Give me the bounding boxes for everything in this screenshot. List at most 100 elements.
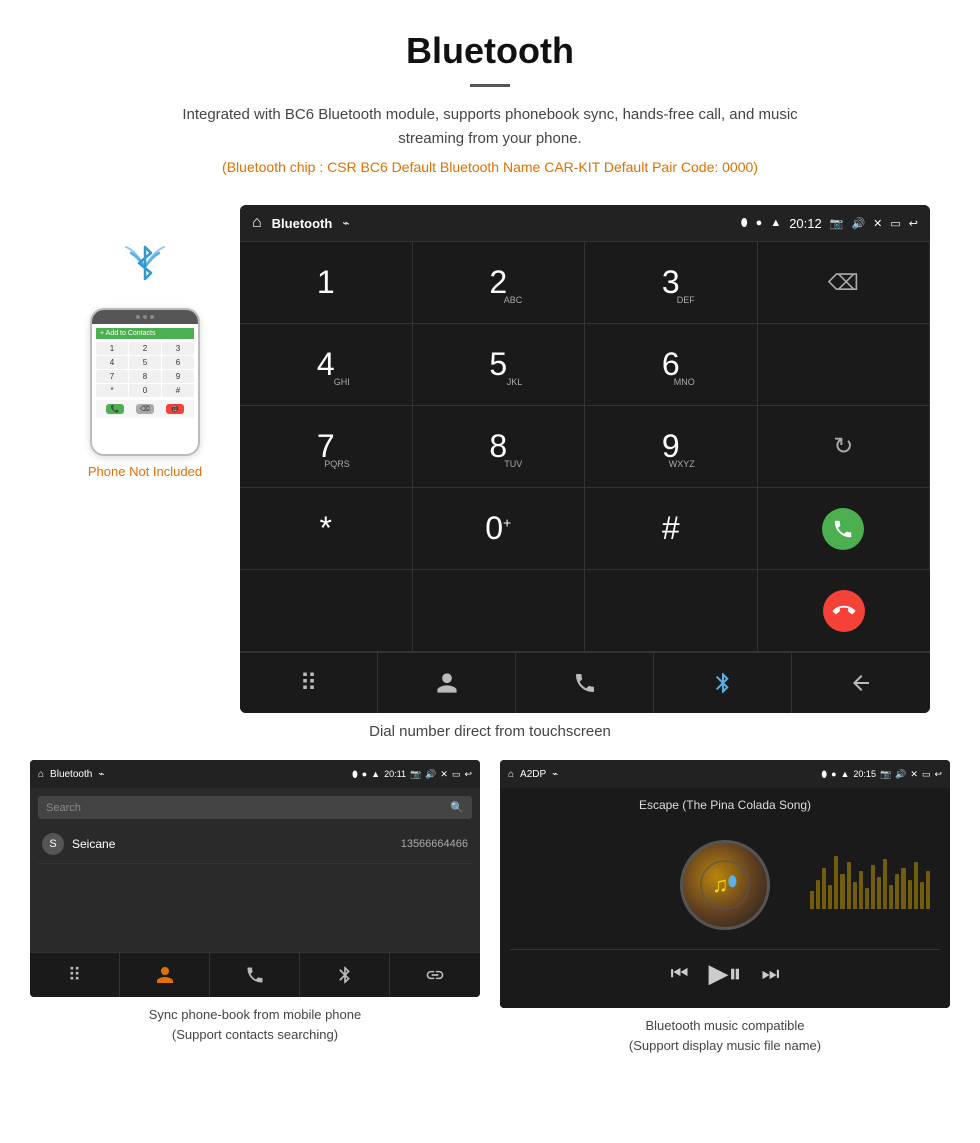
phone-back-btn: ⌫ — [136, 404, 154, 414]
page-header: Bluetooth Integrated with BC6 Bluetooth … — [0, 0, 980, 205]
music-time: 20:15 — [853, 769, 876, 779]
loc-icon: ● — [362, 769, 367, 779]
phonebook-time: 20:11 — [384, 769, 406, 779]
pb-nav-phone[interactable] — [210, 953, 300, 997]
bt-icon: ⬮ — [352, 769, 358, 780]
usb-icon: ⌁ — [342, 216, 349, 230]
sig-icon-music: ▲ — [841, 769, 850, 779]
phone-key: 9 — [162, 370, 194, 383]
phone-key: 2 — [129, 342, 161, 355]
phone-dial-grid: 1 2 3 4 5 6 7 8 9 * 0 # — [96, 342, 194, 397]
car-status-bar: ⌂ Bluetooth ⌁ ⬮ ● ▲ 20:12 📷 🔊 ✕ ▭ ↩ — [240, 205, 930, 241]
phonebook-screen: ⌂ Bluetooth ⌁ ⬮ ● ▲ 20:11 📷 🔊 ✕ ▭ ↩ — [30, 760, 480, 997]
close-icon: ✕ — [873, 217, 882, 230]
prev-track-button[interactable]: ⏮ — [671, 963, 689, 986]
dial-key-0[interactable]: 0+ — [413, 488, 586, 570]
next-track-button[interactable]: ⏭ — [762, 963, 780, 986]
phone-not-included-label: Phone Not Included — [88, 464, 202, 479]
back-icon-music: ↩ — [934, 769, 942, 780]
loc-icon-music: ● — [831, 769, 836, 779]
status-title: Bluetooth — [272, 216, 333, 231]
dial-caption: Dial number direct from touchscreen — [0, 723, 980, 740]
phone-key: 3 — [162, 342, 194, 355]
music-caption: Bluetooth music compatible(Support displ… — [500, 1016, 950, 1055]
dial-key-6[interactable]: 6 MNO — [585, 324, 758, 406]
dial-num: 4 — [317, 346, 335, 383]
phonebook-caption: Sync phone-book from mobile phone(Suppor… — [30, 1005, 480, 1044]
phonebook-title: Bluetooth — [50, 769, 92, 780]
end-call-button[interactable] — [823, 590, 865, 632]
dial-sub: PQRS — [324, 459, 350, 469]
dial-cell-refresh[interactable]: ↻ — [758, 406, 931, 488]
dial-key-1[interactable]: 1 — [240, 242, 413, 324]
dial-key-3[interactable]: 3 DEF — [585, 242, 758, 324]
nav-contacts[interactable] — [378, 653, 516, 713]
phonebook-content: Search 🔍 S Seicane 13566664466 — [30, 788, 480, 952]
phone-bottom-bar: 📞 ⌫ 📵 — [96, 400, 194, 418]
dial-cell-backspace[interactable]: ⌫ — [758, 242, 931, 324]
play-pause-button[interactable]: ▶⏸ — [709, 958, 742, 990]
contact-name: Seicane — [72, 837, 401, 851]
contact-row[interactable]: S Seicane 13566664466 — [38, 825, 472, 864]
phonebook-search-bar[interactable]: Search 🔍 — [38, 796, 472, 819]
home-icon-music: ⌂ — [508, 769, 514, 780]
dial-cell-call-green[interactable] — [758, 488, 931, 570]
dial-sub: GHI — [334, 377, 350, 387]
status-right: ⬮ ● ▲ 20:12 📷 🔊 ✕ ▭ ↩ — [741, 216, 918, 231]
dial-key-7[interactable]: 7 PQRS — [240, 406, 413, 488]
header-divider — [470, 84, 510, 87]
music-content: Escape (The Pina Colada Song) ♫ ⬮ ⏮ — [500, 788, 950, 1008]
dial-sub: WXYZ — [669, 459, 695, 469]
bottom-screenshots: ⌂ Bluetooth ⌁ ⬮ ● ▲ 20:11 📷 🔊 ✕ ▭ ↩ — [0, 760, 980, 1055]
phone-end-btn: 📵 — [166, 404, 184, 414]
pb-nav-link[interactable] — [390, 953, 480, 997]
dial-key-2[interactable]: 2 ABC — [413, 242, 586, 324]
nav-dialpad[interactable]: ⠿ — [240, 653, 378, 713]
bt-icon-music: ⬮ — [821, 769, 827, 780]
svg-text:♫: ♫ — [712, 872, 729, 897]
bluetooth-icon: ⬮ — [741, 217, 748, 230]
cam-icon: 📷 — [410, 769, 421, 780]
dial-key-star[interactable]: * — [240, 488, 413, 570]
music-status-left: ⌂ A2DP ⌁ — [508, 769, 558, 780]
header-description: Integrated with BC6 Bluetooth module, su… — [150, 103, 830, 151]
phone-illustration: + Add to Contacts 1 2 3 4 5 6 7 8 9 * 0 … — [50, 205, 240, 479]
status-left: ⌂ Bluetooth ⌁ — [252, 214, 350, 232]
phonebook-bottom-nav: ⠿ — [30, 952, 480, 997]
dial-num: # — [662, 510, 680, 547]
pb-nav-person[interactable] — [120, 953, 210, 997]
dialpad: 1 2 ABC 3 DEF ⌫ 4 GHI 5 JKL — [240, 241, 930, 652]
music-status-right: ⬮ ● ▲ 20:15 📷 🔊 ✕ ▭ ↩ — [821, 769, 942, 780]
win-icon: ▭ — [452, 769, 461, 780]
phone-key: # — [162, 384, 194, 397]
car-bottom-nav: ⠿ — [240, 652, 930, 713]
pb-nav-grid[interactable]: ⠿ — [30, 953, 120, 997]
svg-text:⬮: ⬮ — [728, 873, 737, 889]
home-icon: ⌂ — [252, 214, 262, 232]
dial-key-hash[interactable]: # — [585, 488, 758, 570]
phonebook-status-left: ⌂ Bluetooth ⌁ — [38, 769, 104, 780]
dial-key-9[interactable]: 9 WXYZ — [585, 406, 758, 488]
header-specs: (Bluetooth chip : CSR BC6 Default Blueto… — [20, 159, 960, 175]
phone-key: 7 — [96, 370, 128, 383]
music-screenshot-block: ⌂ A2DP ⌁ ⬮ ● ▲ 20:15 📷 🔊 ✕ ▭ ↩ Escape ( — [500, 760, 950, 1055]
dial-key-4[interactable]: 4 GHI — [240, 324, 413, 406]
dial-key-5[interactable]: 5 JKL — [413, 324, 586, 406]
dial-cell-call-red[interactable] — [758, 570, 931, 652]
cam-icon-music: 📷 — [880, 769, 891, 780]
usb-icon-small: ⌁ — [98, 769, 104, 780]
nav-phone[interactable] — [516, 653, 654, 713]
search-placeholder: Search — [46, 802, 81, 814]
status-time: 20:12 — [789, 216, 822, 231]
dial-key-8[interactable]: 8 TUV — [413, 406, 586, 488]
call-button[interactable] — [822, 508, 864, 550]
wifi-bluetooth-icon — [118, 235, 173, 300]
contact-avatar: S — [42, 833, 64, 855]
album-art: ♫ ⬮ — [680, 840, 770, 930]
nav-bluetooth[interactable] — [654, 653, 792, 713]
pb-nav-bt[interactable] — [300, 953, 390, 997]
nav-settings[interactable] — [792, 653, 930, 713]
camera-icon: 📷 — [830, 217, 844, 230]
usb-icon-music: ⌁ — [552, 769, 558, 780]
x-icon-music: ✕ — [910, 769, 918, 780]
